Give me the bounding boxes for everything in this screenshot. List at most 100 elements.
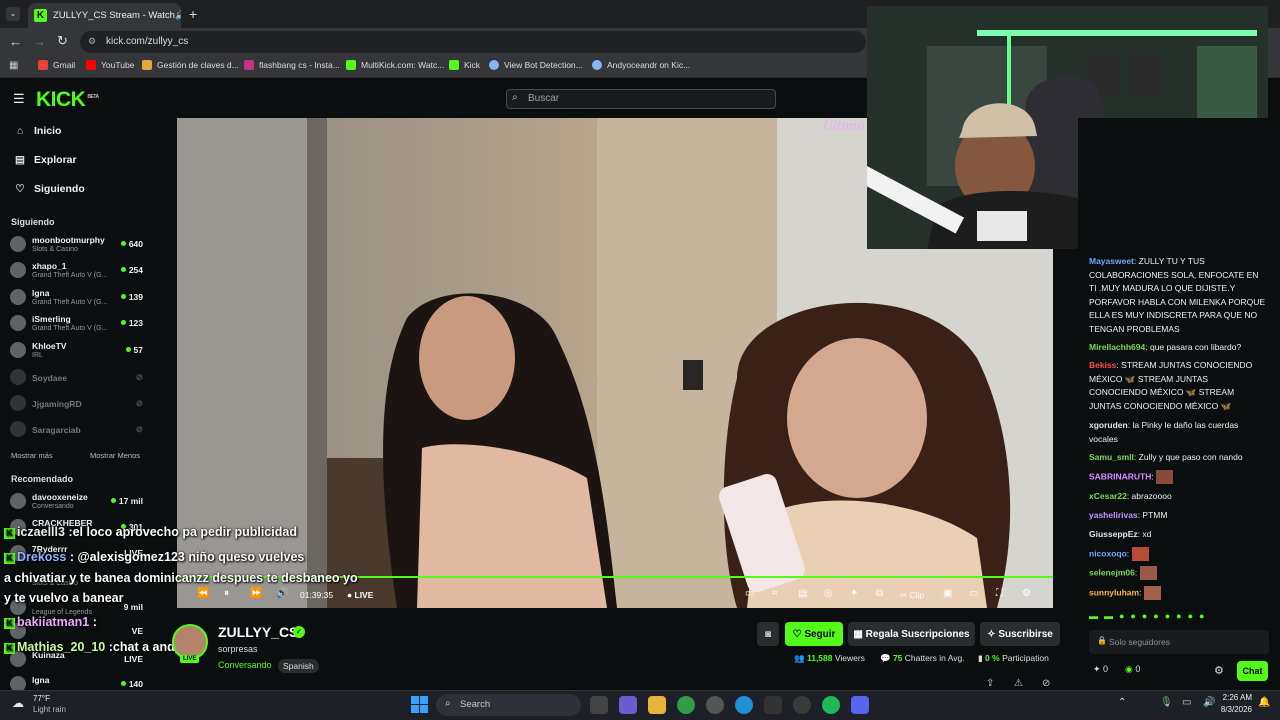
notification-bell-button[interactable]: ◙ [757, 622, 779, 646]
steam-icon[interactable] [793, 696, 811, 714]
bookmark-andyoceandr[interactable]: Andyoceandr on Kic... [592, 60, 690, 70]
offline-channel[interactable]: JjgamingRD ⊘ [10, 392, 145, 416]
task-view-icon[interactable] [590, 696, 608, 714]
live-indicator: ● LIVE [347, 590, 374, 600]
share-icon[interactable]: ⇪ [986, 678, 994, 689]
pause-icon[interactable]: ⏸ [224, 588, 229, 599]
discord-icon[interactable] [851, 696, 869, 714]
nav-inicio[interactable]: ⌂ Inicio [14, 125, 62, 137]
overlay-chat-line: Kiczaelll3 :el loco aprovecho pa pedir p… [4, 525, 297, 539]
following-channel[interactable]: lgna Grand Theft Auto V (G... 139 [10, 286, 145, 310]
back-icon[interactable]: ← [9, 34, 22, 49]
settings-icon[interactable]: ⚙ [1022, 588, 1031, 599]
weather-icon[interactable]: ☁ [12, 696, 24, 710]
bookmark-flashbang[interactable]: flashbang cs - Insta... [244, 60, 340, 70]
pip-icon[interactable]: ⧉ [876, 588, 883, 599]
clip-button[interactable]: ✂ Clip [900, 590, 924, 601]
chat-settings-icon[interactable]: ⚙ [1214, 664, 1224, 677]
edge-icon[interactable] [735, 696, 753, 714]
search-input[interactable]: Buscar [506, 89, 776, 109]
reload-icon[interactable]: ↻ [57, 33, 68, 49]
recommended-title: Recomendado [11, 474, 74, 484]
nav-explorar[interactable]: ▤ Explorar [14, 154, 77, 166]
spotify-icon[interactable] [822, 696, 840, 714]
start-icon[interactable] [411, 696, 428, 713]
rewind-icon[interactable]: ⏪ [197, 588, 209, 599]
effects-icon[interactable]: ✦ [850, 588, 858, 599]
tab-search-icon[interactable]: ⌄ [6, 7, 20, 21]
stream-category[interactable]: Conversando [218, 660, 272, 670]
recommended-channel[interactable]: davooxeneize Conversando 17 mil [10, 490, 145, 514]
offline-channel[interactable]: Soydaee ⊘ [10, 366, 145, 390]
nav-siguiendo[interactable]: ♡ Siguiendo [14, 183, 84, 195]
clock-date[interactable]: 8/3/2026 [1212, 705, 1252, 714]
viewer-count: 👥 11,588 Viewers [794, 653, 865, 663]
crop-icon[interactable]: ⌗ [772, 588, 778, 599]
chrome-icon[interactable] [677, 696, 695, 714]
bookmark-keys[interactable]: Gestión de claves d... [142, 60, 239, 70]
sound-card-icon[interactable]: ▤ [798, 588, 807, 599]
show-less-link[interactable]: Mostrar Menos [90, 451, 140, 460]
points-a[interactable]: ✦ 0 [1093, 664, 1108, 675]
url-input[interactable]: kick.com/zullyy_cs [80, 31, 866, 53]
apps-icon[interactable]: ▦ [9, 60, 18, 71]
follow-button[interactable]: ♡ Seguir [785, 622, 843, 646]
bookmark-multikick[interactable]: MultiKick.com: Watc... [346, 60, 444, 70]
chat-send-button[interactable]: Chat [1237, 661, 1268, 681]
following-channel[interactable]: iSmerling Grand Theft Auto V (G... 123 [10, 312, 145, 336]
show-more-link[interactable]: Mostrar más [11, 451, 53, 460]
emote-icon [1131, 547, 1149, 561]
menu-icon[interactable]: ☰ [13, 91, 25, 107]
app-icon[interactable] [706, 696, 724, 714]
mic-icon[interactable]: 🎙 [1160, 697, 1173, 708]
bookmark-kick[interactable]: Kick [449, 60, 480, 70]
subscribe-button[interactable]: ✧ Suscribirse [980, 622, 1060, 646]
language-tag[interactable]: Spanish [278, 659, 319, 673]
emote-bar[interactable]: ▬▬●●●●●●●● [1089, 611, 1269, 625]
avatar [10, 289, 26, 305]
chat-message: SABRINARUTH: [1089, 470, 1267, 484]
chat-message: xgoruden: la Pinky le daño las cuerdas v… [1089, 420, 1239, 444]
copilot-icon[interactable] [619, 696, 637, 714]
tray-chevron-icon[interactable]: ⌃ [1118, 697, 1126, 708]
bookmark-youtube[interactable]: YouTube [86, 60, 134, 70]
chat-input[interactable]: Solo seguidores [1089, 630, 1269, 654]
forward-icon[interactable]: ⏩ [250, 588, 262, 599]
bookmark-gmail[interactable]: Gmail [38, 60, 75, 70]
following-channel[interactable]: xhapo_1 Grand Theft Auto V (G... 254 [10, 259, 145, 283]
clock-time[interactable]: 2:26 AM [1218, 693, 1252, 702]
points-b[interactable]: ◉ 0 [1125, 664, 1140, 675]
home-icon: ⌂ [16, 125, 24, 137]
gift-subs-button[interactable]: ▦ Regala Suscripciones [848, 622, 975, 646]
mute-icon[interactable]: ⊘ [1042, 678, 1050, 689]
report-icon[interactable]: ⚠ [1014, 678, 1023, 689]
following-channel[interactable]: KhloeTV IRL 57 [10, 339, 145, 363]
offline-icon: ⊘ [135, 424, 143, 434]
network-icon[interactable]: ▭ [1182, 697, 1191, 708]
explore-icon: ▤ [15, 154, 25, 166]
new-tab-icon[interactable]: + [189, 6, 197, 22]
site-info-icon[interactable]: ⚙ [88, 36, 96, 47]
fullscreen-icon[interactable]: ⛶ [996, 588, 1003, 599]
offline-channel[interactable]: Saragarciab ⊘ [10, 418, 145, 442]
tab-title: ZULLYY_CS Stream - Watch [53, 10, 175, 21]
obs-icon[interactable] [764, 696, 782, 714]
speed-icon[interactable]: ◎ [824, 588, 833, 599]
captions-icon[interactable]: ▣ [943, 588, 952, 599]
avatar [10, 421, 26, 437]
volume-icon[interactable]: 🔊 [276, 588, 288, 599]
theater-icon[interactable]: ▭ [969, 588, 978, 599]
notification-icon[interactable]: 🔔 [1258, 697, 1270, 708]
bookmark-viewbot[interactable]: View Bot Detection... [489, 60, 583, 70]
following-channel[interactable]: moonbootmurphy Slots & Casino 640 [10, 233, 145, 257]
camera-icon[interactable]: ▭ [745, 588, 754, 599]
taskbar-search-input[interactable]: Search [436, 694, 581, 716]
streamer-name[interactable]: ZULLYY_CS [218, 624, 298, 640]
chat-message: GiusseppEz: xd [1089, 529, 1152, 539]
avatar [10, 236, 26, 252]
weather-desc: Light rain [33, 705, 66, 714]
kick-logo[interactable]: KICK BETA [36, 88, 99, 112]
file-explorer-icon[interactable] [648, 696, 666, 714]
browser-tab[interactable]: K ZULLYY_CS Stream - Watch 🔊 × [28, 3, 181, 28]
forward-icon[interactable]: → [33, 34, 46, 49]
